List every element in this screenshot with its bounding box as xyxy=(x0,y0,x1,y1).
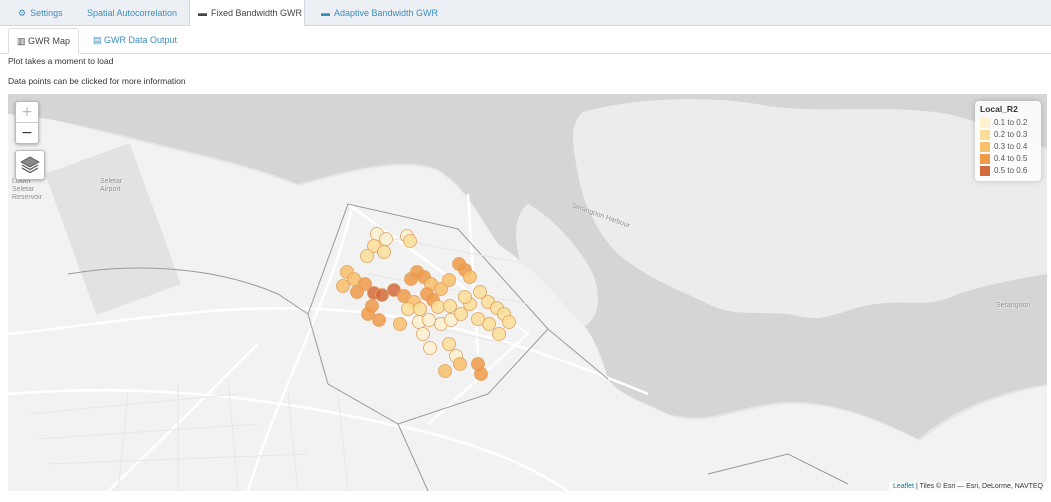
legend-item: 0.1 to 0.2 xyxy=(980,117,1036,129)
gwr-data-point[interactable] xyxy=(416,327,430,341)
layers-icon xyxy=(20,156,40,174)
ruler-icon: ▬ xyxy=(198,8,207,18)
legend-item: 0.2 to 0.3 xyxy=(980,129,1036,141)
map-legend: Local_R2 0.1 to 0.2 0.2 to 0.3 0.3 to 0.… xyxy=(975,101,1041,181)
ruler-icon: ▬ xyxy=(321,8,330,18)
tab-fixed-bandwidth-gwr[interactable]: ▬ Fixed Bandwidth GWR xyxy=(189,0,305,27)
tab-gwr-map[interactable]: ▥ GWR Map xyxy=(8,28,79,54)
tab-adaptive-bandwidth-gwr-label: Adaptive Bandwidth GWR xyxy=(334,8,439,18)
gwr-data-point[interactable] xyxy=(502,315,516,329)
tiles-attribution: | Tiles © Esri — Esri, DeLorme, NAVTEQ xyxy=(914,483,1043,490)
legend-label: 0.3 to 0.4 xyxy=(994,142,1028,151)
tab-adaptive-bandwidth-gwr[interactable]: ▬ Adaptive Bandwidth GWR xyxy=(313,0,446,26)
gwr-data-point[interactable] xyxy=(360,249,374,263)
legend-swatch xyxy=(980,153,990,164)
gwr-data-point[interactable] xyxy=(471,312,485,326)
gwr-map[interactable]: Lower Seletar Reservoir Seletar Airport … xyxy=(8,94,1047,491)
map-attribution: Leaflet | Tiles © Esri — Esri, DeLorme, … xyxy=(888,482,1047,491)
serangoon-label: Serangoon xyxy=(996,302,1031,309)
gwr-data-point[interactable] xyxy=(401,302,415,316)
gwr-data-point[interactable] xyxy=(423,341,437,355)
reservoir-label: Lower Seletar Reservoir xyxy=(12,178,42,201)
legend-swatch xyxy=(980,129,990,140)
tab-fixed-bandwidth-gwr-label: Fixed Bandwidth GWR xyxy=(211,8,303,18)
gwr-data-point[interactable] xyxy=(431,300,445,314)
gwr-data-point[interactable] xyxy=(379,232,393,246)
basemap xyxy=(8,94,1047,491)
legend-label: 0.4 to 0.5 xyxy=(994,154,1028,163)
gwr-data-point[interactable] xyxy=(454,307,468,321)
tab-settings-label: Settings xyxy=(30,8,63,18)
gwr-data-point[interactable] xyxy=(492,327,506,341)
gwr-data-point[interactable] xyxy=(458,290,472,304)
file-icon: ▤ xyxy=(93,35,102,45)
gwr-data-point[interactable] xyxy=(438,364,452,378)
legend-title: Local_R2 xyxy=(980,104,1018,114)
tab-settings[interactable]: ⚙ Settings xyxy=(10,0,71,26)
tab-spatial-autocorrelation[interactable]: Spatial Autocorrelation xyxy=(79,0,185,26)
legend-item: 0.5 to 0.6 xyxy=(980,165,1036,177)
gears-icon: ⚙ xyxy=(18,8,27,18)
gwr-data-point[interactable] xyxy=(474,367,488,381)
legend-label: 0.2 to 0.3 xyxy=(994,130,1028,139)
leaflet-link[interactable]: Leaflet xyxy=(893,483,914,490)
zoom-out-button[interactable]: − xyxy=(16,123,38,143)
gwr-data-point[interactable] xyxy=(377,245,391,259)
gwr-data-point[interactable] xyxy=(372,313,386,327)
tab-gwr-data-output[interactable]: ▤ GWR Data Output xyxy=(85,28,185,54)
gwr-data-point[interactable] xyxy=(413,302,427,316)
gwr-data-point[interactable] xyxy=(375,288,389,302)
zoom-in-button[interactable]: + xyxy=(16,102,38,123)
click-note: Data points can be clicked for more info… xyxy=(8,76,186,86)
tab-spatial-autocorrelation-label: Spatial Autocorrelation xyxy=(87,8,178,18)
load-note: Plot takes a moment to load xyxy=(8,56,114,66)
gwr-data-point[interactable] xyxy=(463,270,477,284)
legend-label: 0.5 to 0.6 xyxy=(994,166,1028,175)
layers-button[interactable] xyxy=(15,150,45,180)
map-icon: ▥ xyxy=(17,36,26,46)
legend-item: 0.4 to 0.5 xyxy=(980,153,1036,165)
legend-item: 0.3 to 0.4 xyxy=(980,141,1036,153)
gwr-data-point[interactable] xyxy=(336,279,350,293)
gwr-data-point[interactable] xyxy=(422,313,436,327)
gwr-data-point[interactable] xyxy=(453,357,467,371)
legend-swatch xyxy=(980,141,990,152)
main-tabbar: ⚙ Settings Spatial Autocorrelation ▬ Fixed… xyxy=(0,0,1051,27)
tab-gwr-data-output-label: GWR Data Output xyxy=(104,35,178,45)
airport-label: Seletar Airport xyxy=(100,178,123,193)
gwr-data-point[interactable] xyxy=(442,337,456,351)
gwr-data-point[interactable] xyxy=(393,317,407,331)
gwr-subtabbar: ▥ GWR Map ▤ GWR Data Output xyxy=(0,26,1051,54)
tab-gwr-map-label: GWR Map xyxy=(28,36,71,46)
zoom-control: + − xyxy=(15,101,39,144)
legend-label: 0.1 to 0.2 xyxy=(994,118,1028,127)
gwr-data-point[interactable] xyxy=(442,273,456,287)
legend-swatch xyxy=(980,117,990,128)
gwr-data-point[interactable] xyxy=(443,299,457,313)
gwr-data-point[interactable] xyxy=(403,234,417,248)
legend-swatch xyxy=(980,165,990,176)
